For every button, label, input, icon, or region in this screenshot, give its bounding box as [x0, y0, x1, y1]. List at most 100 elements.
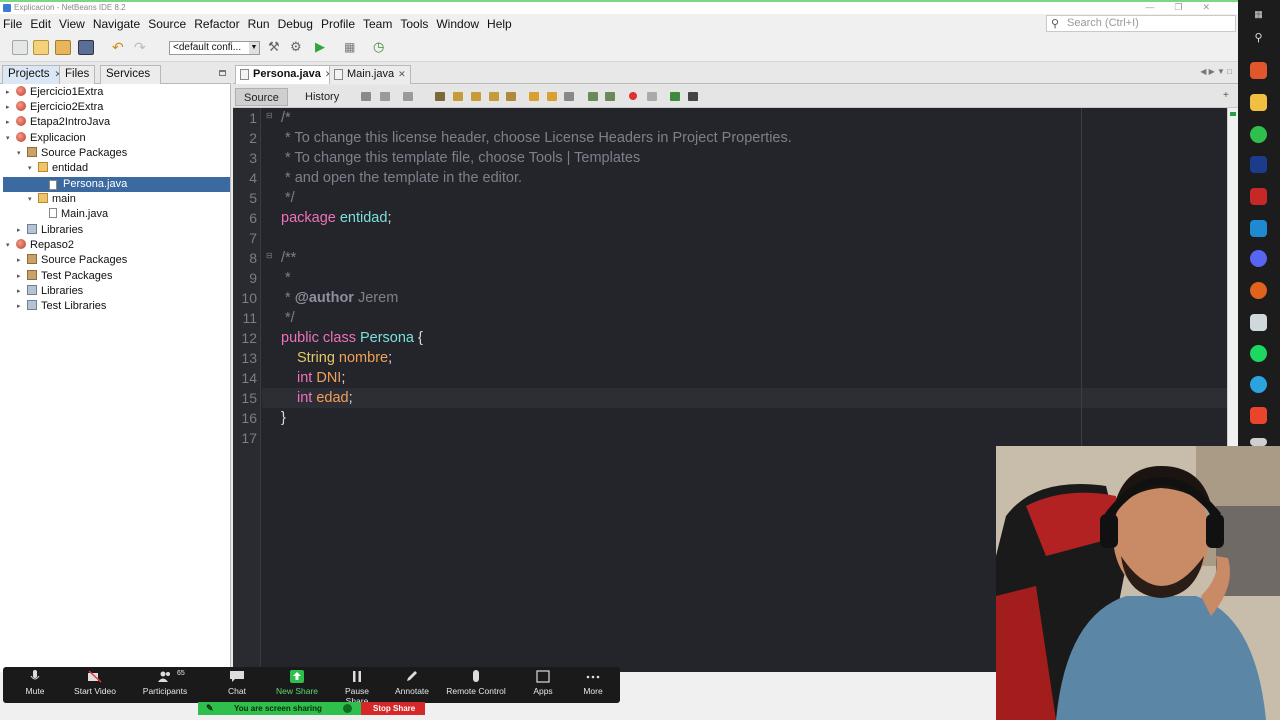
menu-help[interactable]: Help: [487, 17, 512, 31]
expand-icon[interactable]: ▸: [17, 223, 21, 238]
expand-icon[interactable]: ▸: [6, 85, 10, 100]
tree-node-etapa2introjava[interactable]: ▸ Etapa2IntroJava: [6, 115, 110, 130]
app-icon[interactable]: [1250, 282, 1267, 299]
previous-bookmark-icon[interactable]: [529, 92, 539, 101]
history-view-button[interactable]: History: [297, 88, 347, 106]
collapse-icon[interactable]: ▾: [17, 146, 21, 161]
search-icon[interactable]: ⚲: [1250, 30, 1267, 47]
expand-icon[interactable]: ▸: [17, 284, 21, 299]
search-input[interactable]: ⚲ Search (Ctrl+I): [1046, 15, 1236, 32]
remote-control-button[interactable]: Remote Control: [445, 670, 507, 696]
expand-icon[interactable]: ▸: [6, 115, 10, 130]
fold-icon[interactable]: ⊟: [266, 111, 274, 120]
tree-node-libraries[interactable]: ▸ Libraries: [17, 223, 83, 238]
find-icon[interactable]: [435, 92, 445, 101]
pause-share-button[interactable]: Pause Share: [333, 670, 381, 706]
collapse-icon[interactable]: ▾: [28, 192, 32, 207]
new-file-icon[interactable]: [12, 40, 28, 55]
tab-files[interactable]: Files: [59, 65, 96, 84]
menu-window[interactable]: Window: [436, 17, 479, 31]
start-video-button[interactable]: Start Video: [69, 670, 121, 696]
tree-node-ejercicio1extra[interactable]: ▸ Ejercicio1Extra: [6, 85, 103, 100]
spotify-icon[interactable]: [1250, 345, 1267, 362]
expand-icon[interactable]: ▸: [6, 100, 10, 115]
toggle-bookmark-icon[interactable]: [564, 92, 574, 101]
fold-icon[interactable]: ⊟: [266, 251, 274, 260]
video-app-icon[interactable]: [1250, 188, 1267, 205]
back-icon[interactable]: [380, 92, 390, 101]
discord-icon[interactable]: [1250, 250, 1267, 267]
run-icon[interactable]: ▶: [315, 40, 331, 55]
toggle-highlight-icon[interactable]: [489, 92, 499, 101]
tab-persona-java[interactable]: Persona.java✕: [235, 65, 338, 84]
expand-icon[interactable]: ▸: [17, 299, 21, 314]
new-project-icon[interactable]: [33, 40, 49, 55]
collapse-icon[interactable]: ▾: [6, 238, 10, 253]
vscode-icon[interactable]: [1250, 220, 1267, 237]
app-icon[interactable]: [1250, 438, 1267, 446]
profile-icon[interactable]: ◷: [373, 40, 389, 55]
menu-file[interactable]: File: [3, 17, 22, 31]
whatsapp-icon[interactable]: [1250, 126, 1267, 143]
collapse-icon[interactable]: ▾: [28, 161, 32, 176]
menu-source[interactable]: Source: [148, 17, 186, 31]
tree-node-test-packages[interactable]: ▸ Test Packages: [17, 269, 113, 284]
menu-refactor[interactable]: Refactor: [194, 17, 239, 31]
minimize-panel-icon[interactable]: [219, 70, 226, 76]
expand-editor-icon[interactable]: +: [1223, 91, 1233, 101]
collapse-icon[interactable]: ▾: [6, 131, 10, 146]
tree-node-persona-java[interactable]: Persona.java: [3, 177, 230, 192]
close-icon[interactable]: ✕: [398, 69, 406, 79]
menu-tools[interactable]: Tools: [400, 17, 428, 31]
expand-icon[interactable]: ▸: [17, 253, 21, 268]
chat-button[interactable]: Chat: [221, 670, 253, 696]
start-macro-icon[interactable]: [629, 92, 637, 100]
shift-left-icon[interactable]: [588, 92, 598, 101]
tree-node-main-java[interactable]: Main.java: [49, 207, 108, 222]
menu-edit[interactable]: Edit: [30, 17, 51, 31]
expand-icon[interactable]: ▸: [17, 269, 21, 284]
tree-node-entidad[interactable]: ▾ entidad: [28, 161, 88, 176]
redo-icon[interactable]: ↷: [134, 40, 150, 55]
tree-node-libraries[interactable]: ▸ Libraries: [17, 284, 83, 299]
tree-node-source-packages[interactable]: ▾ Source Packages: [17, 146, 127, 161]
brave-icon[interactable]: [1250, 62, 1267, 79]
mute-button[interactable]: Mute: [17, 670, 53, 696]
stop-share-button[interactable]: Stop Share: [361, 702, 425, 715]
tree-node-source-packages[interactable]: ▸ Source Packages: [17, 253, 127, 268]
undo-icon[interactable]: ↶: [112, 40, 128, 55]
menu-navigate[interactable]: Navigate: [93, 17, 140, 31]
clean-build-icon[interactable]: ⚒: [268, 40, 284, 55]
save-all-icon[interactable]: [78, 40, 94, 55]
find-previous-icon[interactable]: [453, 92, 463, 101]
find-next-icon[interactable]: [471, 92, 481, 101]
menu-debug[interactable]: Debug: [278, 17, 313, 31]
tree-node-explicacion[interactable]: ▾ Explicacion: [6, 131, 86, 146]
tab-services[interactable]: Services: [100, 65, 161, 84]
build-icon[interactable]: ⚙: [290, 40, 306, 55]
folder-icon[interactable]: [1250, 94, 1267, 111]
debug-icon[interactable]: ▦: [344, 40, 360, 55]
participants-button[interactable]: Participants 65: [139, 670, 191, 696]
tree-node-repaso2[interactable]: ▾ Repaso2: [6, 238, 74, 253]
minimize-button[interactable]: —: [1145, 2, 1174, 12]
uncomment-icon[interactable]: [688, 92, 698, 101]
menu-run[interactable]: Run: [248, 17, 270, 31]
menu-view[interactable]: View: [59, 17, 85, 31]
more-button[interactable]: More: [579, 670, 607, 696]
open-project-icon[interactable]: [55, 40, 71, 55]
next-bookmark-icon[interactable]: [547, 92, 557, 101]
git-icon[interactable]: [1250, 407, 1267, 424]
tree-node-main[interactable]: ▾ main: [28, 192, 76, 207]
tab-navigation-controls[interactable]: ◀ ▶ ▼ □: [1200, 67, 1232, 76]
windows-icon[interactable]: ▦: [1250, 6, 1267, 23]
close-button[interactable]: ✕: [1202, 2, 1230, 12]
tree-node-ejercicio2extra[interactable]: ▸ Ejercicio2Extra: [6, 100, 103, 115]
tab-main-java[interactable]: Main.java ✕: [329, 65, 411, 84]
stop-macro-icon[interactable]: [647, 92, 657, 101]
annotate-button[interactable]: Annotate: [393, 670, 431, 696]
new-share-button[interactable]: New Share: [275, 670, 319, 696]
menu-profile[interactable]: Profile: [321, 17, 355, 31]
forward-icon[interactable]: [403, 92, 413, 101]
maximize-button[interactable]: ❐: [1174, 2, 1202, 12]
